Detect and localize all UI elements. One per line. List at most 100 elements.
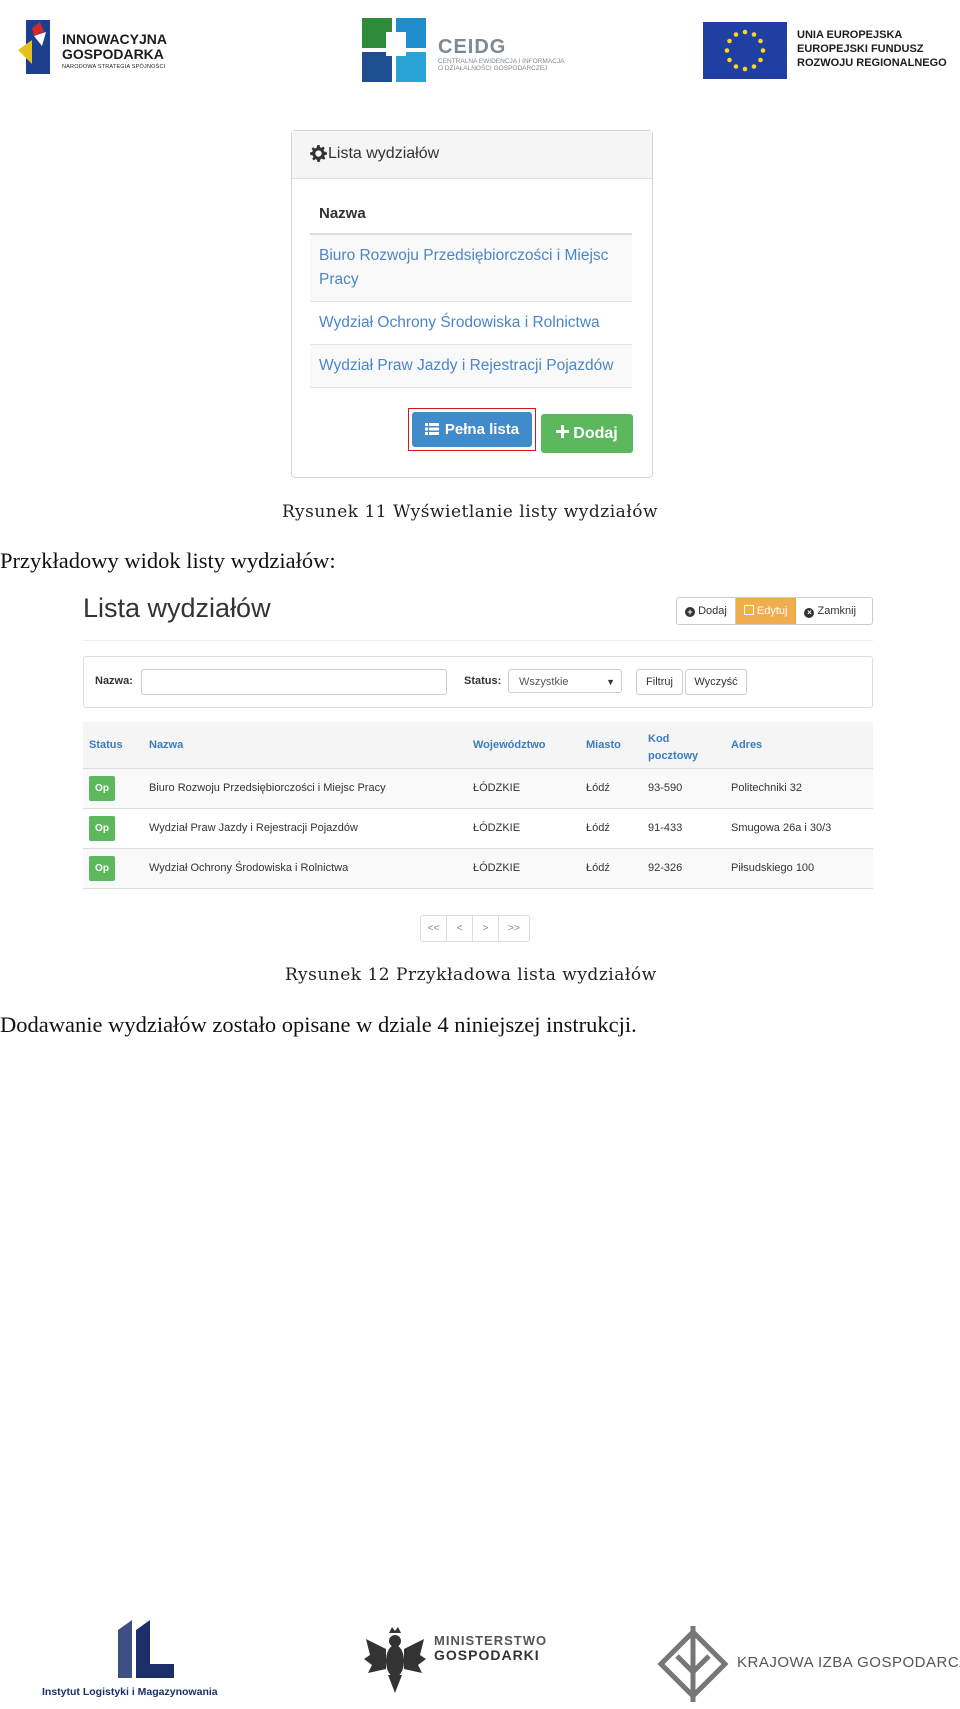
toolbar-edit-button[interactable]: Edytuj [735, 598, 797, 624]
toolbar-edit-label: Edytuj [756, 605, 788, 617]
edit-icon [743, 605, 754, 615]
figure11-caption: Rysunek 11 Wyświetlanie listy wydziałów [282, 502, 659, 522]
cell-city: Łódź [586, 822, 610, 834]
eagle-emblem-icon [364, 1627, 426, 1693]
ig-title: INNOWACYJNA GOSPODARKA [62, 31, 167, 62]
eu-logo: UNIA EUROPEJSKA EUROPEJSKI FUNDUSZ ROZWO… [703, 22, 948, 82]
page-next-button[interactable]: > [473, 916, 499, 941]
kig-emblem-icon [657, 1626, 729, 1702]
cell-name: Wydział Praw Jazdy i Rejestracji Pojazdó… [149, 822, 358, 834]
cell-city: Łódź [586, 782, 610, 794]
clear-button[interactable]: Wyczyść [685, 669, 747, 695]
toolbar: + Dodaj Edytuj × Zamknij [676, 597, 873, 625]
cell-address: Smugowa 26a i 30/3 [731, 822, 832, 834]
eu-line1: UNIA EUROPEJSKA [797, 29, 903, 41]
ig-emblem-icon [18, 20, 50, 74]
status-badge[interactable]: Op [89, 816, 115, 841]
col-voivodeship[interactable]: Województwo [473, 739, 546, 751]
name-filter-label: Nazwa: [95, 675, 133, 687]
figure12-caption: Rysunek 12 Przykładowa lista wydziałów [285, 965, 657, 985]
table-header: Status Nazwa Województwo Miasto Kod pocz… [83, 722, 873, 769]
col-status[interactable]: Status [89, 739, 123, 751]
panel-title: Lista wydziałów [328, 145, 440, 162]
col-name[interactable]: Nazwa [149, 739, 183, 751]
cell-address: Piłsudskiego 100 [731, 862, 815, 874]
add-label: Dodaj [573, 425, 618, 442]
department-link[interactable]: Biuro Rozwoju Przedsiębiorczości i Miejs… [310, 235, 632, 302]
mg-text: MINISTERSTWO GOSPODARKI [434, 1633, 547, 1663]
cell-voivodeship: ŁÓDZKIE [473, 862, 521, 874]
panel-header: Lista wydziałów [292, 131, 652, 179]
ceidg-title: CEIDG [438, 36, 507, 58]
eu-flag-icon [703, 22, 787, 79]
full-list-button[interactable]: Pełna lista [412, 412, 532, 447]
ig-subtitle: NARODOWA STRATEGIA SPÓJNOŚCI [62, 64, 166, 70]
caret-down-icon: ▼ [606, 677, 615, 687]
name-filter-input[interactable] [141, 669, 447, 695]
col-postal[interactable]: Kod pocztowy [648, 731, 704, 765]
ilim-logo: Instytut Logistyki i Magazynowania [42, 1620, 228, 1700]
filter-bar: Nazwa: Status: Wszystkie ▼ Filtruj Wyczy… [83, 656, 873, 708]
department-link[interactable]: Wydział Ochrony Środowiska i Rolnictwa [310, 302, 632, 345]
status-badge[interactable]: Op [89, 776, 115, 801]
cell-address: Politechniki 32 [731, 782, 802, 794]
pagination: << < > >> [420, 915, 530, 942]
outro-text: Dodawanie wydziałów zostało opisane w dz… [0, 1012, 637, 1037]
ilim-emblem-icon [118, 1620, 174, 1678]
status-filter-label: Status: [464, 675, 502, 687]
department-link[interactable]: Wydział Praw Jazdy i Rejestracji Pojazdó… [310, 345, 632, 388]
full-list-label: Pełna lista [444, 421, 520, 438]
status-badge[interactable]: Op [89, 856, 115, 881]
page-last-button[interactable]: >> [499, 916, 529, 941]
cell-voivodeship: ŁÓDZKIE [473, 782, 521, 794]
gear-icon [310, 145, 327, 162]
ceidg-logo: CEIDG CENTRALNA EWIDENCJA I INFORMACJA O… [362, 18, 564, 84]
departments-panel: Lista wydziałów Nazwa Biuro Rozwoju Prze… [291, 130, 653, 478]
plus-icon [556, 414, 570, 453]
ilim-text: Instytut Logistyki i Magazynowania [42, 1686, 218, 1698]
status-filter-select[interactable]: Wszystkie ▼ [508, 669, 622, 693]
innowacyjna-gospodarka-logo: INNOWACYJNA GOSPODARKA NARODOWA STRATEGI… [18, 18, 188, 78]
plus-circle-icon: + [685, 607, 695, 617]
list-page-title: Lista wydziałów [83, 593, 271, 623]
status-filter-value: Wszystkie [519, 676, 569, 688]
col-address[interactable]: Adres [731, 739, 762, 751]
cell-name: Biuro Rozwoju Przedsiębiorczości i Miejs… [149, 782, 386, 794]
kig-text: KRAJOWA IZBA GOSPODARCZA [737, 1654, 960, 1671]
list-icon [424, 413, 439, 448]
ministerstwo-gospodarki-logo: MINISTERSTWO GOSPODARKI [364, 1625, 547, 1700]
column-header-name: Nazwa [310, 193, 632, 235]
intro-text: Przykładowy widok listy wydziałów: [0, 548, 336, 573]
toolbar-add-label: Dodaj [698, 605, 727, 617]
col-city[interactable]: Miasto [586, 739, 621, 751]
table-row[interactable]: Op Wydział Ochrony Środowiska i Rolnictw… [83, 849, 873, 889]
eu-text: UNIA EUROPEJSKA EUROPEJSKI FUNDUSZ ROZWO… [797, 28, 947, 70]
page-prev-button[interactable]: < [447, 916, 473, 941]
departments-table: Status Nazwa Województwo Miasto Kod pocz… [83, 722, 873, 889]
kig-logo: KRAJOWA IZBA GOSPODARCZA [655, 1620, 960, 1702]
table-row[interactable]: Op Biuro Rozwoju Przedsiębiorczości i Mi… [83, 769, 873, 809]
cell-postal: 93-590 [648, 782, 683, 794]
cell-postal: 91-433 [648, 822, 683, 834]
close-circle-icon: × [804, 608, 815, 618]
mg-line1: MINISTERSTWO [434, 1633, 548, 1648]
eu-line3: ROZWOJU REGIONALNEGO [797, 57, 947, 69]
cell-postal: 92-326 [648, 862, 683, 874]
ceidg-emblem-icon [362, 18, 426, 82]
toolbar-add-button[interactable]: + Dodaj [677, 598, 736, 624]
toolbar-close-label: Zamknij [817, 605, 857, 617]
add-button[interactable]: Dodaj [541, 414, 633, 453]
ceidg-subtitle: CENTRALNA EWIDENCJA I INFORMACJA O DZIAŁ… [438, 58, 565, 72]
divider [83, 640, 873, 641]
page-first-button[interactable]: << [421, 916, 447, 941]
panel-table: Nazwa Biuro Rozwoju Przedsiębiorczości i… [310, 193, 632, 388]
cell-voivodeship: ŁÓDZKIE [473, 822, 521, 834]
mg-line2: GOSPODARKI [434, 1647, 540, 1663]
table-row[interactable]: Op Wydział Praw Jazdy i Rejestracji Poja… [83, 809, 873, 849]
toolbar-close-button[interactable]: × Zamknij [796, 598, 864, 624]
cell-name: Wydział Ochrony Środowiska i Rolnictwa [149, 862, 349, 874]
filter-button[interactable]: Filtruj [636, 669, 683, 695]
cell-city: Łódź [586, 862, 610, 874]
full-list-highlight: Pełna lista [408, 408, 536, 451]
eu-line2: EUROPEJSKI FUNDUSZ [797, 43, 924, 55]
